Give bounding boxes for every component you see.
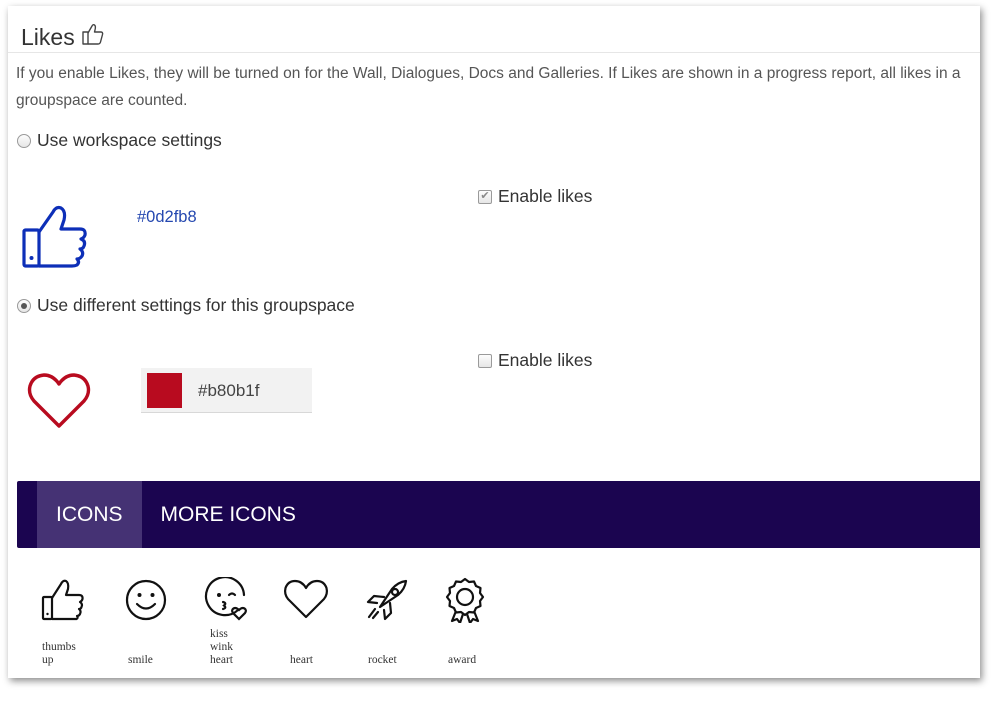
- use-workspace-settings-option[interactable]: Use workspace settings: [17, 130, 222, 151]
- icon-tabs: ICONS MORE ICONS: [17, 481, 980, 548]
- groupspace-color-picker[interactable]: #b80b1f: [141, 368, 312, 413]
- icon-label: rocket: [368, 654, 397, 666]
- use-workspace-settings-radio[interactable]: [17, 133, 31, 148]
- icon-label: kiss wink heart: [210, 628, 233, 666]
- groupspace-enable-likes-label: Enable likes: [498, 350, 593, 370]
- section-title-text: Likes: [21, 23, 75, 50]
- color-swatch[interactable]: [147, 373, 182, 408]
- groupspace-enable-likes[interactable]: Enable likes: [478, 350, 592, 371]
- likes-settings-panel: Likes If you enable Likes, they will be …: [8, 6, 980, 678]
- icon-label: heart: [290, 654, 313, 666]
- color-hex-value[interactable]: #b80b1f: [198, 381, 259, 401]
- icon-option-award[interactable]: award: [432, 577, 492, 667]
- groupspace-enable-likes-checkbox[interactable]: [478, 353, 492, 368]
- icon-option-smile[interactable]: smile: [112, 577, 172, 667]
- workspace-enable-likes-label: Enable likes: [498, 186, 593, 206]
- icon-option-kiss-wink-heart[interactable]: kiss wink heart: [192, 577, 252, 667]
- use-groupspace-settings-label: Use different settings for this groupspa…: [37, 295, 355, 315]
- icon-label: award: [448, 654, 477, 666]
- workspace-color-hex[interactable]: #0d2fb8: [137, 208, 197, 227]
- use-groupspace-settings-radio[interactable]: [17, 298, 31, 313]
- icon-option-rocket[interactable]: rocket: [352, 577, 412, 667]
- title-divider: [8, 52, 980, 53]
- thumbs-up-icon: [81, 22, 105, 52]
- icon-label: thumbs up: [42, 641, 76, 666]
- icon-option-thumbs-up[interactable]: thumbs up: [32, 577, 92, 667]
- groupspace-heart-icon: [26, 372, 92, 435]
- workspace-thumbs-up-icon: [20, 202, 90, 275]
- section-title: Likes: [21, 22, 105, 52]
- section-description: If you enable Likes, they will be turned…: [16, 65, 961, 109]
- icon-option-heart[interactable]: heart: [272, 577, 332, 667]
- tab-icons[interactable]: ICONS: [37, 481, 142, 548]
- workspace-enable-likes[interactable]: ✔ Enable likes: [478, 186, 592, 207]
- tab-more-icons[interactable]: MORE ICONS: [142, 481, 315, 548]
- use-groupspace-settings-option[interactable]: Use different settings for this groupspa…: [17, 295, 355, 316]
- workspace-enable-likes-checkbox[interactable]: ✔: [478, 189, 492, 204]
- icon-label: smile: [128, 654, 153, 666]
- use-workspace-settings-label: Use workspace settings: [37, 130, 222, 150]
